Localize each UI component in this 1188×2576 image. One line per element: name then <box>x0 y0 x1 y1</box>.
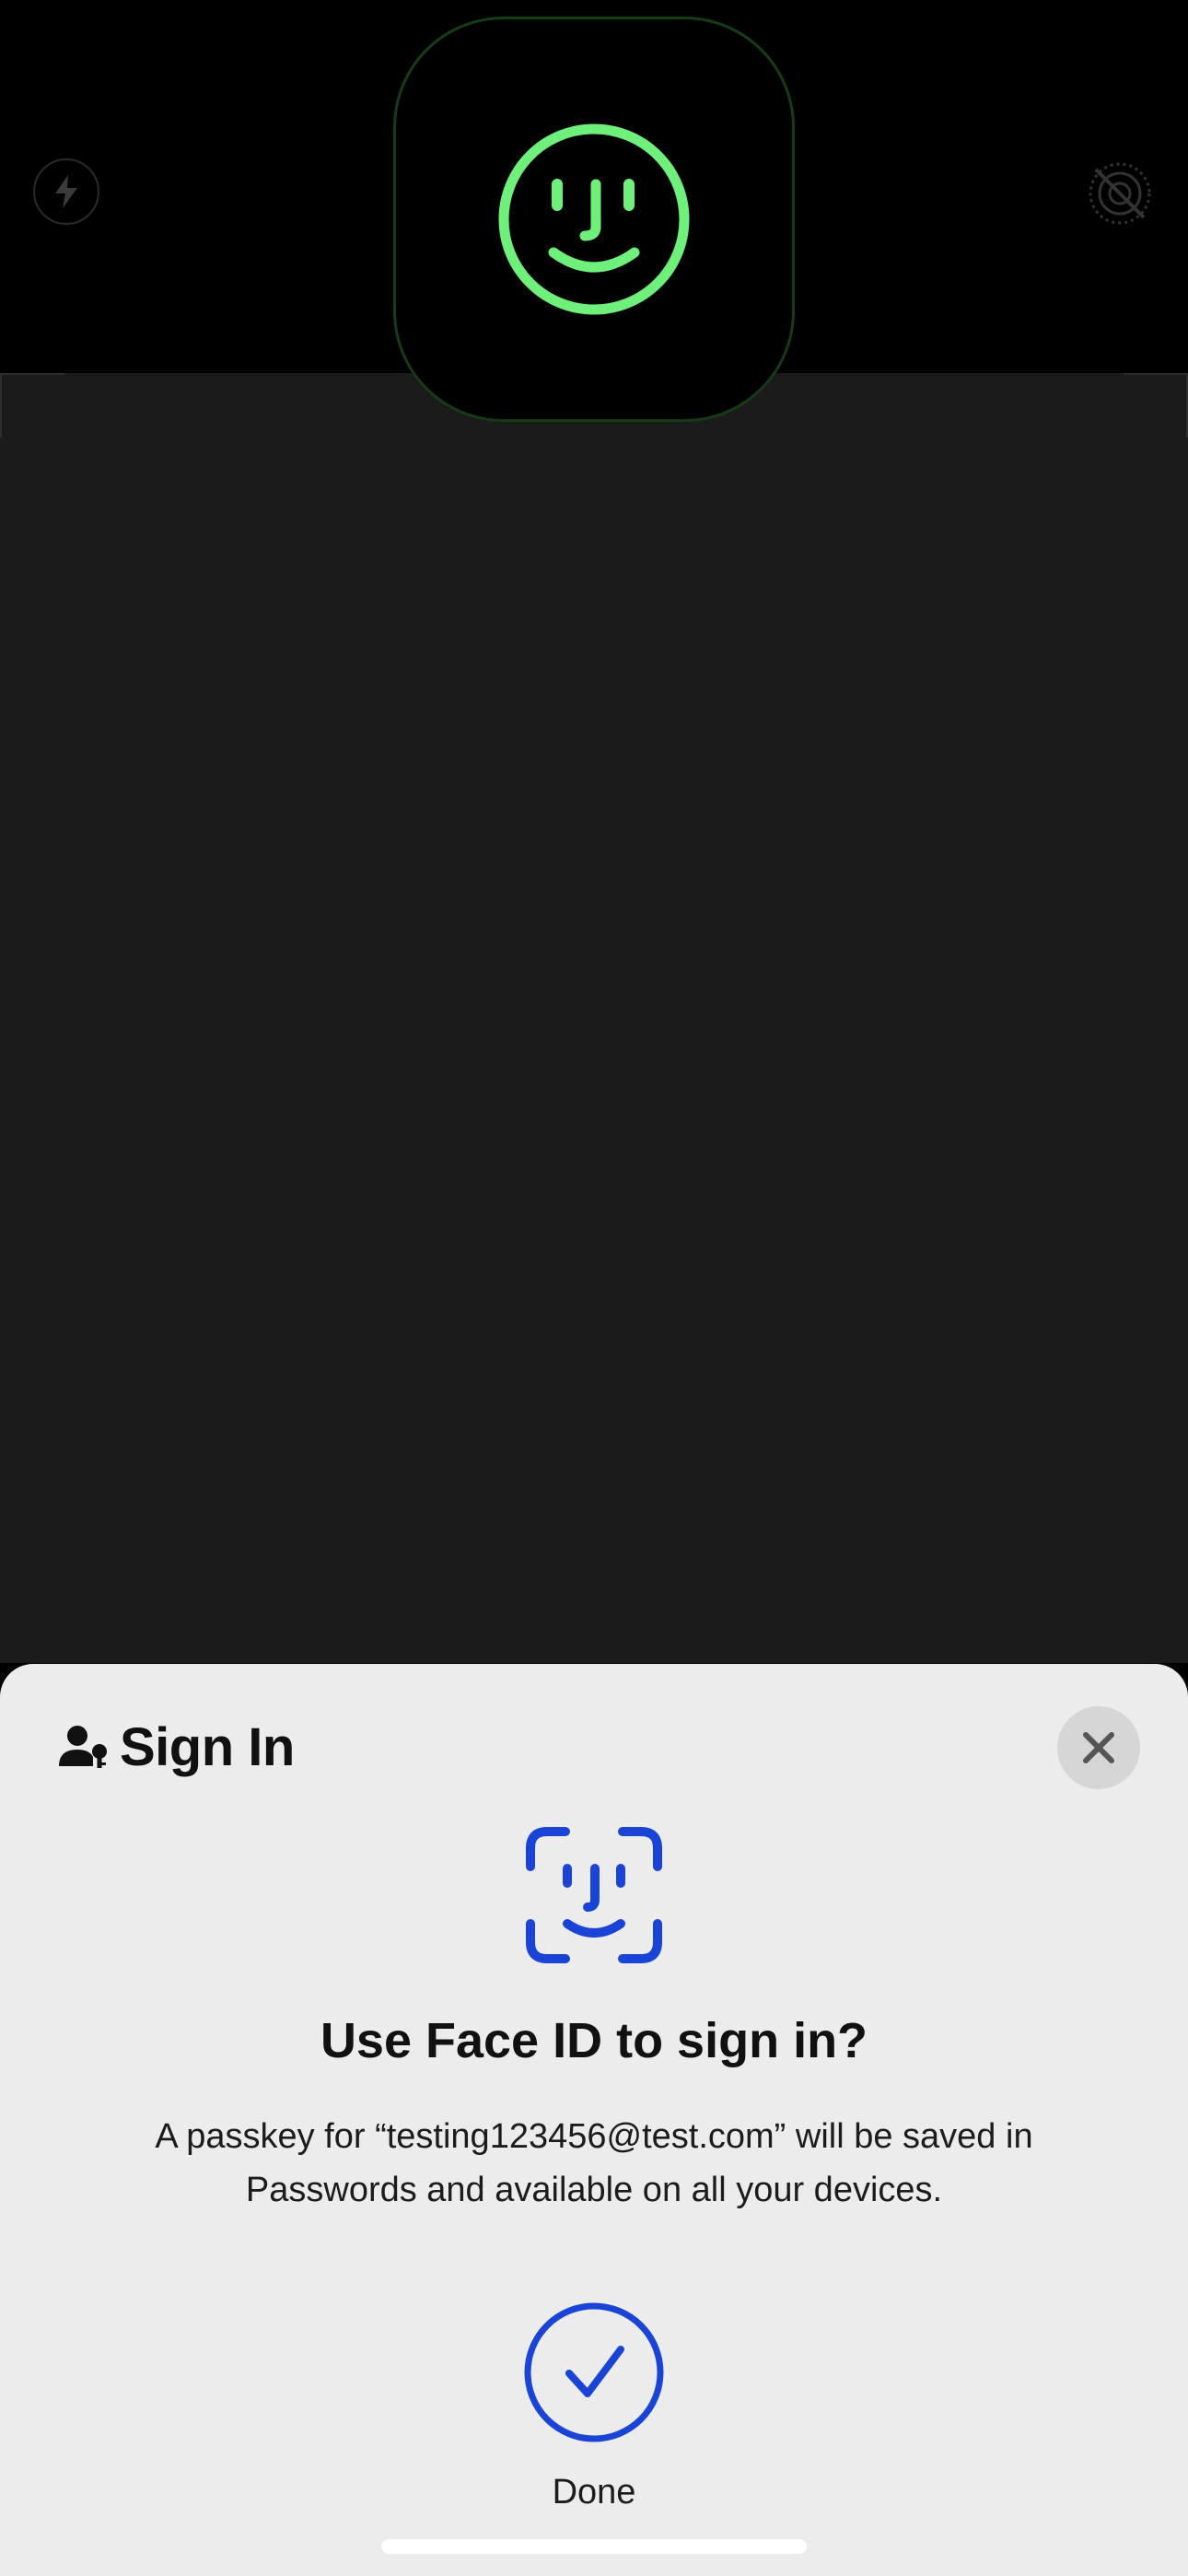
done-label: Done <box>552 2473 636 2512</box>
account-email: testing123456@test.com <box>386 2117 775 2156</box>
face-id-success-icon <box>498 123 690 315</box>
home-indicator[interactable] <box>381 2539 807 2554</box>
prompt-text-prefix: A passkey for “ <box>155 2117 387 2156</box>
face-id-hud <box>393 17 795 422</box>
face-id-icon <box>526 1827 662 1963</box>
viewfinder-corner <box>1124 373 1188 375</box>
flash-button[interactable] <box>33 158 99 225</box>
prompt-description: A passkey for “testing123456@test.com” w… <box>92 2110 1096 2217</box>
flash-bolt-icon <box>55 175 77 208</box>
camera-viewfinder <box>0 373 1188 1663</box>
close-icon <box>1083 1732 1114 1763</box>
sheet-header: Sign In <box>59 1714 295 1780</box>
sheet-title: Sign In <box>120 1716 295 1777</box>
close-button[interactable] <box>1057 1706 1140 1789</box>
prompt-title: Use Face ID to sign in? <box>320 2013 868 2068</box>
sign-in-sheet: Sign In Use Face ID to sign in? A passke… <box>0 1664 1188 2576</box>
live-photo-off-icon <box>1089 162 1151 225</box>
person-key-icon <box>59 1726 107 1768</box>
viewfinder-corner <box>0 373 2 438</box>
checkmark-circle-icon <box>524 2302 664 2442</box>
viewfinder-corner <box>0 373 64 375</box>
live-photo-button[interactable] <box>1085 158 1155 228</box>
